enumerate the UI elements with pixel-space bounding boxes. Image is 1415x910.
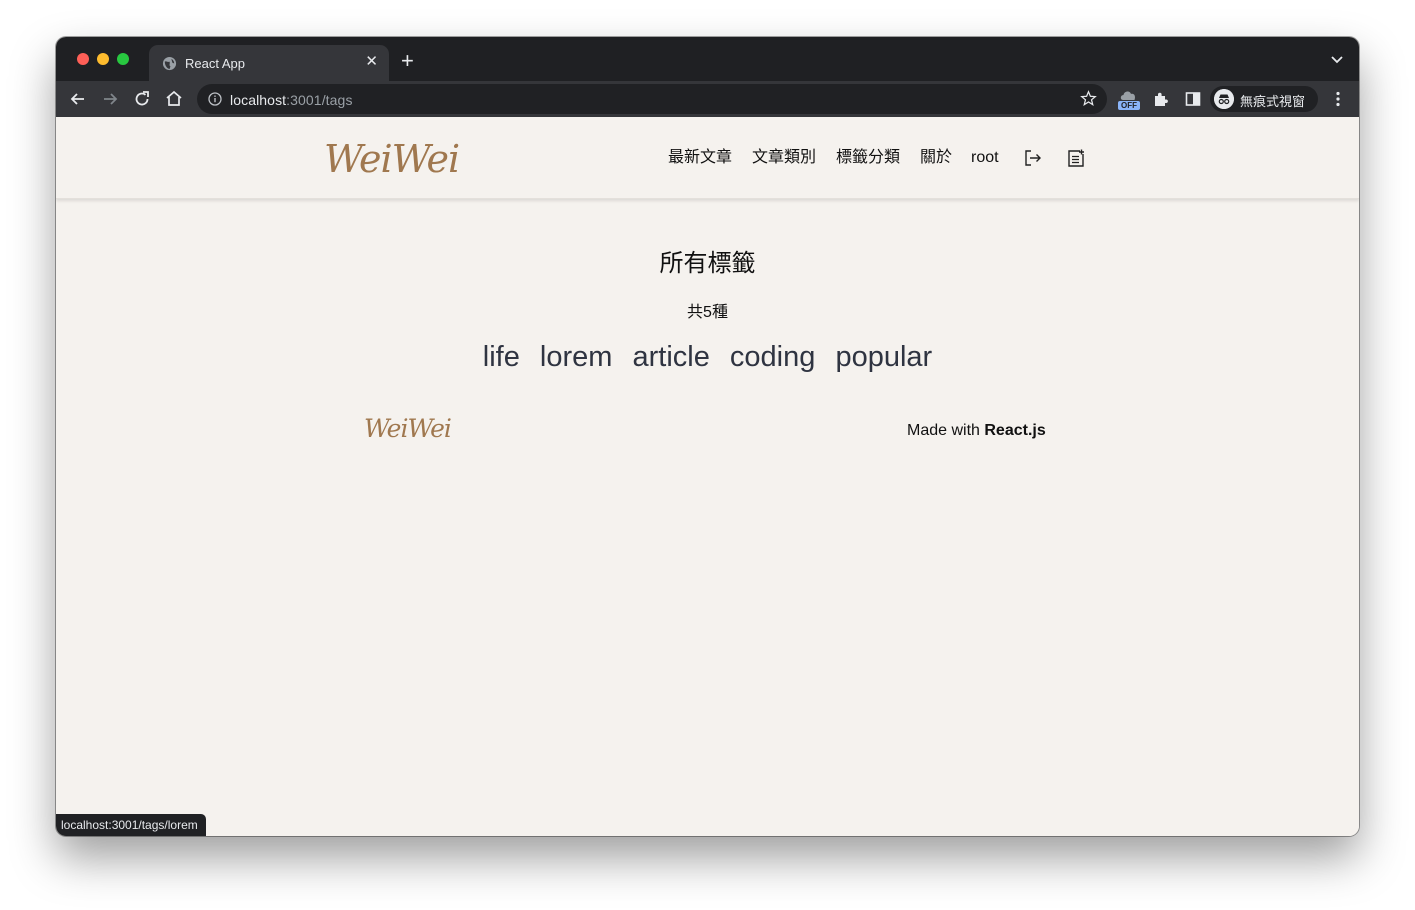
tag-link-life[interactable]: life — [483, 341, 520, 374]
footer-credit: Made with React.js — [907, 422, 1046, 440]
window-close-button[interactable] — [77, 53, 89, 65]
site-info-icon[interactable] — [208, 92, 222, 106]
forward-arrow-icon[interactable] — [100, 89, 120, 109]
tag-link-coding[interactable]: coding — [730, 341, 815, 374]
url-path: :3001/tags — [286, 92, 353, 108]
tag-link-article[interactable]: article — [633, 341, 710, 374]
tag-list: life lorem article coding popular — [56, 341, 1359, 374]
footer-logo[interactable]: WeiWei — [364, 414, 452, 443]
page-title: 所有標籤 — [659, 250, 756, 277]
back-arrow-icon[interactable] — [68, 89, 88, 109]
tab-close-icon[interactable]: ✕ — [365, 54, 378, 70]
extension-badge: OFF — [1118, 101, 1140, 110]
tag-count: 共5種 — [687, 304, 728, 321]
nav-user[interactable]: root — [971, 147, 999, 169]
nav-categories[interactable]: 文章類別 — [752, 147, 816, 169]
reload-icon[interactable] — [132, 89, 152, 109]
new-tab-button[interactable]: + — [401, 50, 414, 72]
browser-toolbar: localhost:3001/tags OFF 無痕式視窗 — [56, 81, 1359, 117]
page-content: WeiWei 最新文章 文章類別 標籤分類 關於 root 所有標籤 共5種 l… — [56, 117, 1359, 836]
nav-latest-posts[interactable]: 最新文章 — [668, 147, 732, 169]
bookmark-star-icon[interactable] — [1080, 90, 1097, 107]
browser-menu-icon[interactable] — [1328, 89, 1348, 109]
extension-off-icon[interactable]: OFF — [1118, 88, 1140, 110]
extensions-puzzle-icon[interactable] — [1151, 89, 1171, 109]
site-header: WeiWei 最新文章 文章類別 標籤分類 關於 root — [56, 117, 1359, 199]
incognito-icon — [1214, 89, 1234, 109]
new-post-icon[interactable] — [1066, 148, 1086, 168]
browser-window: React App ✕ + localhost:3001/tags OFF 無痕… — [56, 37, 1359, 836]
title-bar: React App ✕ + — [56, 37, 1359, 81]
extension-cloud-icon — [1120, 91, 1136, 100]
tab-title: React App — [185, 56, 245, 71]
logout-icon[interactable] — [1023, 148, 1043, 168]
incognito-label: 無痕式視窗 — [1240, 94, 1306, 109]
nav-tags[interactable]: 標籤分類 — [836, 147, 900, 169]
nav-about[interactable]: 關於 — [920, 147, 952, 169]
site-logo[interactable]: WeiWei — [324, 137, 460, 181]
window-minimize-button[interactable] — [97, 53, 109, 65]
footer-made-with: Made with — [907, 422, 985, 439]
tag-link-lorem[interactable]: lorem — [540, 341, 613, 374]
globe-icon — [162, 56, 177, 71]
incognito-profile-button[interactable]: 無痕式視窗 — [1210, 86, 1318, 112]
footer-framework: React.js — [984, 422, 1046, 439]
address-bar[interactable]: localhost:3001/tags — [197, 84, 1107, 114]
home-icon[interactable] — [164, 89, 184, 109]
tab-search-chevron-icon[interactable] — [1329, 51, 1345, 67]
browser-tab[interactable]: React App ✕ — [149, 45, 389, 81]
url-host: localhost — [230, 92, 287, 108]
url-text[interactable]: localhost:3001/tags — [230, 92, 353, 108]
side-panel-icon[interactable] — [1183, 89, 1203, 109]
status-url-bubble: localhost:3001/tags/lorem — [56, 814, 206, 836]
window-maximize-button[interactable] — [117, 53, 129, 65]
tag-link-popular[interactable]: popular — [835, 341, 932, 374]
